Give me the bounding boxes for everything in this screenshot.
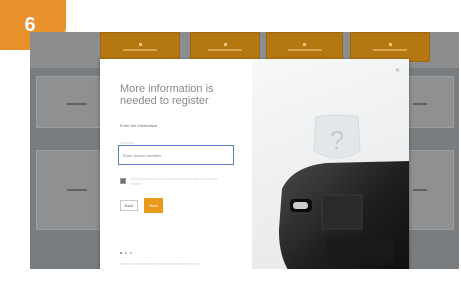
progress-dot bbox=[130, 252, 132, 254]
consent-checkbox[interactable] bbox=[120, 178, 126, 184]
progress-dot bbox=[120, 252, 122, 254]
device-photo bbox=[278, 161, 409, 269]
background-tab bbox=[266, 32, 343, 62]
close-icon[interactable]: ✕ bbox=[395, 67, 400, 74]
progress-dots bbox=[120, 252, 132, 254]
device-id-input[interactable] bbox=[118, 145, 234, 165]
progress-dot bbox=[125, 252, 127, 254]
background-card bbox=[402, 76, 454, 128]
background-card bbox=[402, 150, 454, 230]
registration-dialog: More information is needed to register E… bbox=[100, 59, 409, 269]
background-tab bbox=[190, 32, 260, 62]
dialog-footer-text: ▭▭▭▭ ▭▭▭▭▭▭▭ ▭▭▭▭▭▭▭▭▭▭▭ ▭▭▭▭▭ bbox=[120, 262, 200, 266]
app-screenshot: More information is needed to register E… bbox=[30, 32, 459, 269]
background-tab bbox=[100, 32, 180, 62]
consent-text: ▭▭▭ ▭▭▭▭▭ ▭▭▭ ▭▭▭▭▭ ▭▭▭▭▭ ▭▭▭ ▭▭▭▭▭ ▭▭▭▭ bbox=[130, 177, 218, 186]
back-button[interactable]: Back bbox=[120, 200, 138, 211]
dialog-illustration-panel: ✕ ? bbox=[252, 59, 409, 269]
dialog-title: More information is needed to register bbox=[120, 83, 214, 107]
next-button[interactable]: Next bbox=[144, 198, 163, 213]
dialog-subtitle: Enter the information bbox=[120, 123, 158, 128]
background-tab bbox=[350, 32, 430, 62]
consent-row: ▭▭▭ ▭▭▭▭▭ ▭▭▭ ▭▭▭▭▭ ▭▭▭▭▭ ▭▭▭ ▭▭▭▭▭ ▭▭▭▭ bbox=[120, 177, 224, 187]
dialog-form-panel: More information is needed to register E… bbox=[100, 59, 252, 269]
svg-text:?: ? bbox=[330, 125, 344, 155]
